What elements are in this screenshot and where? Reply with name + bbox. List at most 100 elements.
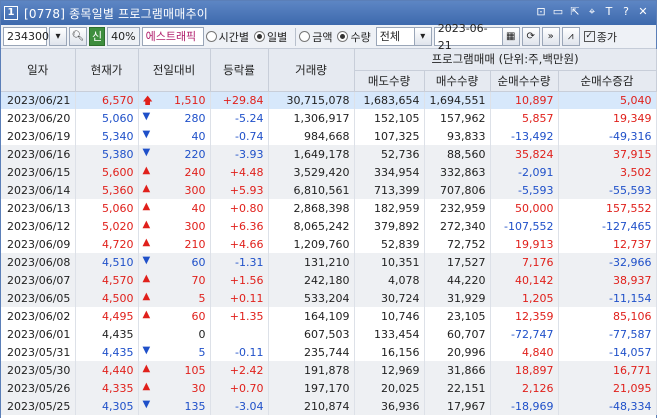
stock-name: 에스트래픽 [141, 27, 204, 46]
col-header-volume[interactable]: 거래량 [268, 49, 355, 92]
help-icon[interactable]: ? [619, 5, 633, 19]
col-header-rate[interactable]: 등락률 [210, 49, 269, 92]
next-icon[interactable]: » [541, 27, 560, 46]
cell-change: 0 [138, 325, 211, 343]
radio-day-label: 일별 [266, 30, 288, 44]
cell-rate [210, 325, 269, 343]
title-bar[interactable]: 1 [0778] 종목일별 프로그램매매추이 ⊡ ▭ ⇱ ⌖ T ? ✕ [1, 1, 656, 25]
col-header-buy[interactable]: 매수수량 [424, 70, 491, 92]
search-icon[interactable]: 🔍︎ [69, 27, 87, 46]
pin-icon[interactable]: ⌖ [585, 5, 599, 19]
cell-rate: +0.80 [210, 199, 269, 217]
down-triangle-icon: ▼ [142, 147, 151, 158]
cell-net: 40,142 [490, 271, 559, 289]
table-row[interactable]: 2023/06/13 5,060 ▲ 40 +0.80 2,868,398 182,959 2… [1, 199, 657, 217]
down-triangle-icon: ▼ [142, 255, 151, 266]
window-controls: ⊡ ▭ ⇱ ⌖ T ? ✕ [534, 5, 650, 19]
radio-circle-icon [299, 31, 311, 42]
calendar-icon[interactable]: ▦ [501, 27, 520, 46]
cell-change: ▼ 40 [138, 127, 211, 145]
cell-net-change: -48,334 [558, 397, 657, 415]
link-icon[interactable]: ⊡ [534, 5, 548, 19]
cell-change: ▼ 5 [138, 343, 211, 361]
filter-select[interactable]: 전체 [375, 27, 416, 46]
table-row[interactable]: 2023/06/20 5,060 ▼ 280 -5.24 1,306,917 152,105… [1, 109, 657, 127]
cell-buy: 88,560 [424, 145, 491, 163]
cell-buy: 93,833 [424, 127, 491, 145]
radio-circle-icon [337, 31, 349, 42]
table-row[interactable]: 2023/06/01 4,435 0 607,503 133,454 60,707 -72,… [1, 325, 657, 343]
cell-change: ▼ 280 [138, 109, 211, 127]
table-row[interactable]: 2023/06/09 4,720 ▲ 210 +4.66 1,209,760 52,839 7… [1, 235, 657, 253]
cell-price: 5,060 [75, 109, 139, 127]
table-row[interactable]: 2023/05/30 4,440 ▲ 105 +2.42 191,878 12,969 31,… [1, 361, 657, 379]
cell-rate: +4.48 [210, 163, 269, 181]
cell-sell: 36,936 [354, 397, 425, 415]
col-header-net[interactable]: 순매수수량 [490, 70, 559, 92]
cell-date: 2023/06/07 [1, 271, 76, 289]
cell-net-change: -14,057 [558, 343, 657, 361]
radio-time[interactable]: 시간별 [205, 29, 249, 45]
restore-icon[interactable]: ▭ [551, 5, 565, 19]
table-row[interactable]: 2023/05/26 4,335 ▲ 30 +0.70 197,170 20,025 22,1… [1, 379, 657, 397]
close-price-checkbox[interactable]: ✓ 종가 [583, 29, 617, 45]
cell-change: ▲ 210 [138, 235, 211, 253]
col-header-change[interactable]: 전일대비 [138, 49, 211, 92]
cell-date: 2023/06/08 [1, 253, 76, 271]
radio-qty[interactable]: 수량 [337, 29, 371, 45]
cell-net: 10,897 [490, 91, 559, 109]
refresh-icon[interactable]: ⟳ [521, 27, 540, 46]
col-header-sell[interactable]: 매도수량 [354, 70, 425, 92]
chart-icon[interactable]: ⩘ [561, 27, 580, 46]
stock-code-input[interactable]: 234300 [3, 27, 49, 46]
font-icon[interactable]: T [602, 5, 616, 19]
cell-price: 6,570 [75, 91, 139, 109]
table-row[interactable]: 2023/06/19 5,340 ▼ 40 -0.74 984,668 107,325 93,… [1, 127, 657, 145]
close-icon[interactable]: ✕ [636, 5, 650, 19]
col-header-date[interactable]: 일자 [1, 49, 76, 92]
cell-net: -72,747 [490, 325, 559, 343]
table-row[interactable]: 2023/06/14 5,360 ▲ 300 +5.93 6,810,561 713,399… [1, 181, 657, 199]
cell-date: 2023/06/16 [1, 145, 76, 163]
popout-icon[interactable]: ⇱ [568, 5, 582, 19]
cell-net-change: 85,106 [558, 307, 657, 325]
table-row[interactable]: 2023/06/05 4,500 ▲ 5 +0.11 533,204 30,724 31,92… [1, 289, 657, 307]
cell-volume: 2,868,398 [268, 199, 355, 217]
table-row[interactable]: 2023/06/02 4,495 ▲ 60 +1.35 164,109 10,746 23,1… [1, 307, 657, 325]
cell-volume: 30,715,078 [268, 91, 355, 109]
col-header-net-change[interactable]: 순매수증감 [558, 70, 657, 92]
table-row[interactable]: 2023/06/08 4,510 ▼ 60 -1.31 131,210 10,351 17,5… [1, 253, 657, 271]
table-row[interactable]: 2023/05/25 4,305 ▼ 135 -3.04 210,874 36,936 17,… [1, 397, 657, 415]
cell-volume: 607,503 [268, 325, 355, 343]
table-row[interactable]: 2023/05/31 4,435 ▼ 5 -0.11 235,744 16,156 20,99… [1, 343, 657, 361]
chevron-down-icon[interactable]: ▾ [413, 27, 432, 46]
change-value: 1,510 [174, 93, 206, 107]
cell-volume: 533,204 [268, 289, 355, 307]
down-triangle-icon: ▼ [142, 129, 151, 140]
col-header-price[interactable]: 현재가 [75, 49, 139, 92]
cell-rate: +29.84 [210, 91, 269, 109]
table-row[interactable]: 2023/06/21 6,570 🡅 1,510 +29.84 30,715,078 1,6… [1, 91, 657, 109]
cell-price: 4,440 [75, 361, 139, 379]
table-row[interactable]: 2023/06/12 5,020 ▲ 300 +6.36 8,065,242 379,892… [1, 217, 657, 235]
change-value: 105 [184, 363, 206, 377]
table-row[interactable]: 2023/06/15 5,600 ▲ 240 +4.48 3,529,420 334,954… [1, 163, 657, 181]
cell-net-change: 38,937 [558, 271, 657, 289]
cell-date: 2023/06/15 [1, 163, 76, 181]
down-triangle-icon: ▼ [142, 399, 151, 410]
cell-rate: -1.31 [210, 253, 269, 271]
dropdown-icon[interactable]: ▾ [49, 27, 67, 46]
radio-day[interactable]: 일별 [253, 29, 288, 45]
cell-price: 5,060 [75, 199, 139, 217]
cell-rate: +6.36 [210, 217, 269, 235]
cell-buy: 31,929 [424, 289, 491, 307]
cell-net-change: 157,552 [558, 199, 657, 217]
table-row[interactable]: 2023/06/07 4,570 ▲ 70 +1.56 242,180 4,078 44,22… [1, 271, 657, 289]
radio-amount[interactable]: 금액 [299, 29, 332, 45]
date-input[interactable]: 2023-06-21 [433, 22, 504, 52]
cell-price: 4,500 [75, 289, 139, 307]
table-row[interactable]: 2023/06/16 5,380 ▼ 220 -3.93 1,649,178 52,736 8… [1, 145, 657, 163]
radio-qty-label: 수량 [350, 30, 371, 44]
cell-sell: 182,959 [354, 199, 425, 217]
cell-net: 12,359 [490, 307, 559, 325]
